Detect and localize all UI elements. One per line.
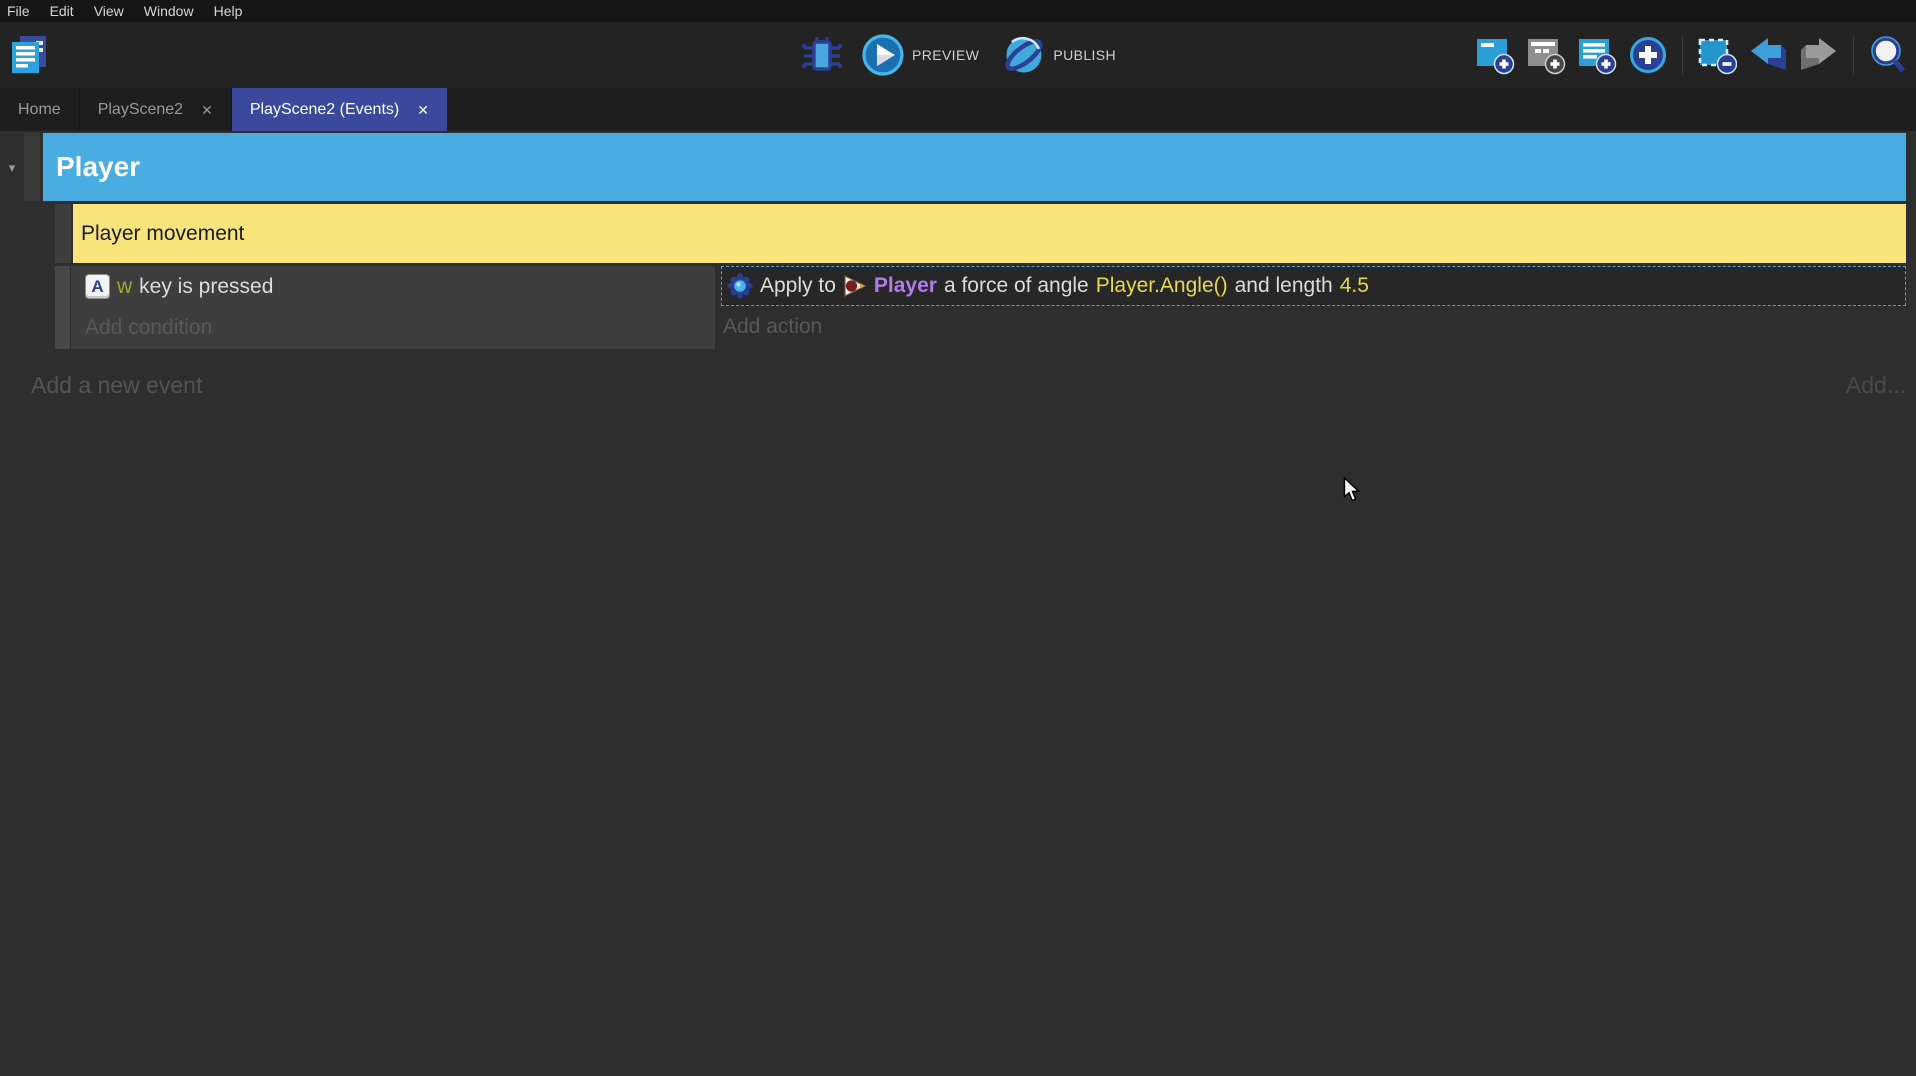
close-icon[interactable]: ✕ [201,103,213,117]
tab-playscene2-events[interactable]: PlayScene2 (Events) ✕ [231,88,447,131]
actions-column: Apply to Player a force of angle Player.… [721,266,1906,348]
chevron-down-icon[interactable]: ▾ [9,160,16,176]
tab-label: PlayScene2 [98,101,183,119]
add-condition-button[interactable]: Add condition [85,307,715,349]
menu-edit[interactable]: Edit [40,0,84,22]
event-group-row: ▾ Player [0,133,1906,201]
search-icon[interactable] [1868,35,1908,75]
add-more-button[interactable]: Add... [1846,372,1906,399]
comment-text: Player movement [81,222,244,246]
debug-icon[interactable] [800,35,844,75]
main-toolbar: PREVIEW PUBLISH [0,22,1916,88]
redo-icon[interactable] [1799,36,1839,74]
publish-button[interactable]: PUBLISH [1003,34,1116,76]
conditions-column: A w key is pressed Add condition [71,266,715,349]
force-icon [727,273,753,299]
delete-selection-icon[interactable] [1697,35,1737,75]
publish-label: PUBLISH [1053,47,1116,63]
tab-bar: Home PlayScene2 ✕ PlayScene2 (Events) ✕ [0,88,1916,131]
action-object-name: Player [874,274,937,298]
add-circle-icon[interactable] [1628,35,1668,75]
toolbar-separator [1853,35,1854,75]
add-subevent-icon[interactable] [1526,35,1566,75]
events-sheet: ▾ Player Player movement A w key is pres… [0,131,1916,399]
action-value: 4.5 [1340,274,1369,298]
publish-globe-icon [1003,34,1045,76]
condition-key-value: w [117,275,132,299]
comment-row: Player movement [55,204,1906,263]
event-drag-handle[interactable] [55,266,70,349]
add-action-button[interactable]: Add action [721,306,1906,348]
close-icon[interactable]: ✕ [417,103,429,117]
menu-view[interactable]: View [84,0,134,22]
condition-text: key is pressed [139,275,273,299]
keyboard-key-icon: A [85,274,110,299]
tab-label: PlayScene2 (Events) [250,101,399,119]
action-text: a force of angle [944,274,1089,298]
tab-label: Home [18,101,61,119]
group-drag-handle[interactable] [24,133,40,201]
menu-window[interactable]: Window [134,0,204,22]
action-text: and length [1235,274,1333,298]
menu-help[interactable]: Help [204,0,253,22]
menu-file[interactable]: File [7,0,40,22]
toolbar-separator [1682,35,1683,75]
comment-block[interactable]: Player movement [73,204,1906,263]
undo-icon[interactable] [1748,36,1788,74]
group-gutter: ▾ [0,133,24,201]
event-row: A w key is pressed Add condition [55,266,1906,349]
group-title: Player [56,151,140,183]
preview-label: PREVIEW [912,47,979,63]
menu-bar: File Edit View Window Help [0,0,1916,22]
tab-home[interactable]: Home [0,88,79,131]
play-icon [862,34,904,76]
preview-button[interactable]: PREVIEW [862,34,979,76]
comment-drag-handle[interactable] [55,204,71,263]
project-manager-icon[interactable] [8,33,50,77]
add-comment-icon[interactable] [1577,35,1617,75]
sheet-footer: Add a new event Add... [0,372,1916,399]
add-new-event-button[interactable]: Add a new event [31,372,202,399]
tab-playscene2[interactable]: PlayScene2 ✕ [79,88,231,131]
action-item-selected[interactable]: Apply to Player a force of angle Player.… [721,266,1906,306]
player-object-icon [843,273,867,299]
action-prefix: Apply to [760,274,836,298]
action-expression: Player.Angle() [1096,274,1228,298]
event-group-header[interactable]: Player [43,133,1906,201]
mouse-cursor [1343,477,1362,504]
condition-item[interactable]: A w key is pressed [85,266,715,307]
add-event-icon[interactable] [1475,35,1515,75]
